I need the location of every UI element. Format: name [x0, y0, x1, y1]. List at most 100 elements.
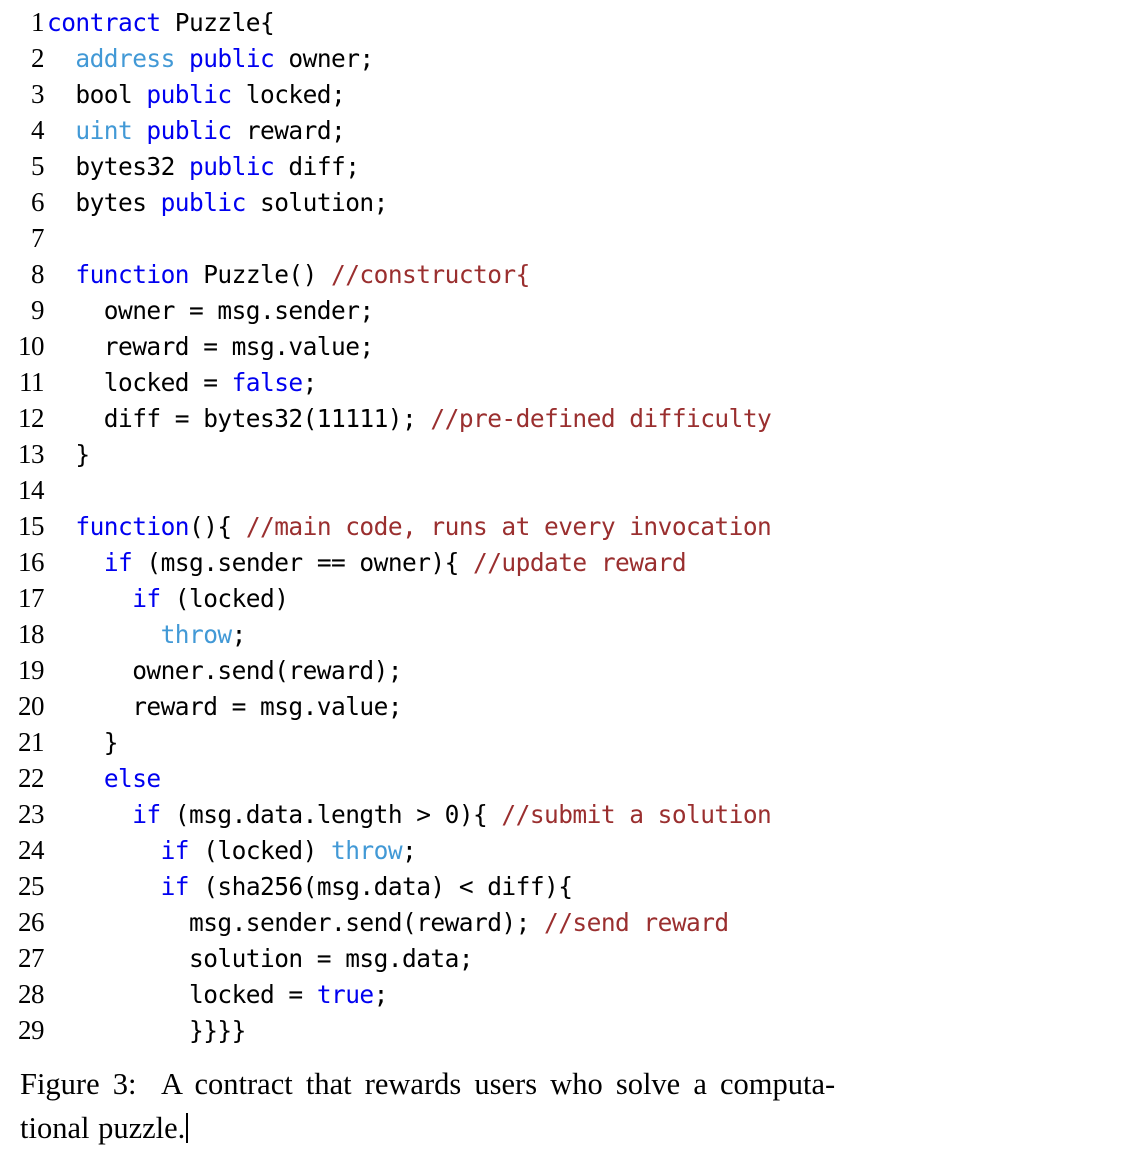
- code-line: 8 function Puzzle() //constructor{: [0, 256, 1140, 292]
- code-line: 24 if (locked) throw;: [0, 832, 1140, 868]
- code-token-comment: //pre-defined difficulty: [430, 404, 772, 433]
- code-token-plain: (msg.sender == owner){: [132, 548, 474, 577]
- code-token-plain: reward;: [231, 116, 346, 145]
- code-token-plain: locked =: [47, 368, 232, 397]
- code-line: 17 if (locked): [0, 580, 1140, 616]
- code-line: 18 throw;: [0, 616, 1140, 652]
- line-number: 25: [18, 871, 45, 901]
- line-number: 6: [31, 187, 45, 217]
- code-line: 7: [0, 220, 1140, 256]
- code-line: 27 solution = msg.data;: [0, 940, 1140, 976]
- code-text: throw;: [47, 617, 247, 653]
- code-text: uint public reward;: [47, 113, 345, 149]
- code-token-kw: public: [189, 44, 275, 73]
- line-number: 24: [18, 835, 45, 865]
- code-token-plain: ;: [302, 368, 318, 397]
- caption-line-2-text: tional puzzle.: [20, 1111, 186, 1145]
- line-number: 10: [18, 331, 45, 361]
- code-text: if (msg.data.length > 0){ //submit a sol…: [47, 797, 772, 833]
- code-token-plain: Puzzle(): [189, 260, 332, 289]
- code-line: 22 else: [0, 760, 1140, 796]
- code-text: address public owner;: [47, 41, 374, 77]
- code-line: 13 }: [0, 436, 1140, 472]
- code-text: reward = msg.value;: [47, 329, 374, 365]
- code-token-plain: (locked): [189, 836, 332, 865]
- code-line: 26 msg.sender.send(reward); //send rewar…: [0, 904, 1140, 940]
- code-line: 16 if (msg.sender == owner){ //update re…: [0, 544, 1140, 580]
- line-number: 21: [18, 727, 45, 757]
- code-token-plain: (){: [189, 512, 246, 541]
- code-text: }}}}: [47, 1013, 246, 1049]
- code-token-plain: bytes32: [47, 152, 190, 181]
- code-token-comment: //submit a solution: [501, 800, 772, 829]
- code-text: }: [47, 725, 119, 761]
- code-line: 5 bytes32 public diff;: [0, 148, 1140, 184]
- code-listing: 1 contract Puzzle{2 address public owner;…: [0, 0, 1140, 1048]
- code-line: 6 bytes public solution;: [0, 184, 1140, 220]
- code-token-plain: (locked): [160, 584, 289, 613]
- line-number: 7: [31, 223, 45, 253]
- code-text: solution = msg.data;: [47, 941, 474, 977]
- line-number: 17: [18, 583, 45, 613]
- line-number: 29: [18, 1015, 45, 1045]
- code-text: if (locked) throw;: [47, 833, 417, 869]
- code-token-comment: //main code, runs at every invocation: [245, 512, 772, 541]
- code-token-plain: owner;: [274, 44, 374, 73]
- line-number: 20: [18, 691, 45, 721]
- code-token-plain: reward = msg.value;: [47, 332, 374, 361]
- line-number: 14: [18, 475, 45, 505]
- code-token-plain: locked;: [231, 80, 346, 109]
- line-number: 27: [18, 943, 45, 973]
- code-token-plain: bytes: [47, 188, 161, 217]
- code-line: 25 if (sha256(msg.data) < diff){: [0, 868, 1140, 904]
- code-line: 23 if (msg.data.length > 0){ //submit a …: [0, 796, 1140, 832]
- code-line: 2 address public owner;: [0, 40, 1140, 76]
- code-token-comment: //constructor{: [331, 260, 530, 289]
- code-token-plain: solution = msg.data;: [47, 944, 474, 973]
- line-number: 2: [31, 43, 45, 73]
- line-number: 22: [18, 763, 45, 793]
- code-text: bytes32 public diff;: [47, 149, 360, 185]
- code-line: 4 uint public reward;: [0, 112, 1140, 148]
- code-text: function(){ //main code, runs at every i…: [47, 509, 771, 545]
- code-line: 12 diff = bytes32(11111); //pre-defined …: [0, 400, 1140, 436]
- code-token-kw: if: [132, 584, 161, 613]
- code-token-plain: reward = msg.value;: [47, 692, 403, 721]
- line-number: 23: [18, 799, 45, 829]
- code-line: 15 function(){ //main code, runs at ever…: [0, 508, 1140, 544]
- code-token-kw: false: [231, 368, 304, 397]
- line-number: 28: [18, 979, 45, 1009]
- figure-caption: Figure 3: A contract that rewards users …: [20, 1062, 1124, 1150]
- code-token-plain: solution;: [245, 188, 388, 217]
- line-number: 13: [18, 439, 45, 469]
- code-token-kw: if: [160, 872, 190, 901]
- code-line: 28 locked = true;: [0, 976, 1140, 1012]
- code-token-type: address: [75, 44, 175, 73]
- code-token-kw: contract: [47, 8, 161, 37]
- code-line: 1 contract Puzzle{: [0, 4, 1140, 40]
- code-text: bytes public solution;: [47, 185, 388, 221]
- code-token-plain: ;: [373, 980, 389, 1009]
- code-token-kw: public: [146, 80, 232, 109]
- code-token-type: throw: [160, 620, 233, 649]
- code-text: bool public locked;: [47, 77, 345, 113]
- code-token-plain: diff = bytes32(11111);: [47, 404, 431, 433]
- line-number: 3: [31, 79, 45, 109]
- code-token-kw: function: [75, 512, 190, 541]
- code-text: diff = bytes32(11111); //pre-defined dif…: [47, 401, 772, 437]
- code-token-comment: //update reward: [473, 548, 687, 577]
- line-number: 1: [31, 7, 45, 37]
- line-number: 16: [18, 547, 45, 577]
